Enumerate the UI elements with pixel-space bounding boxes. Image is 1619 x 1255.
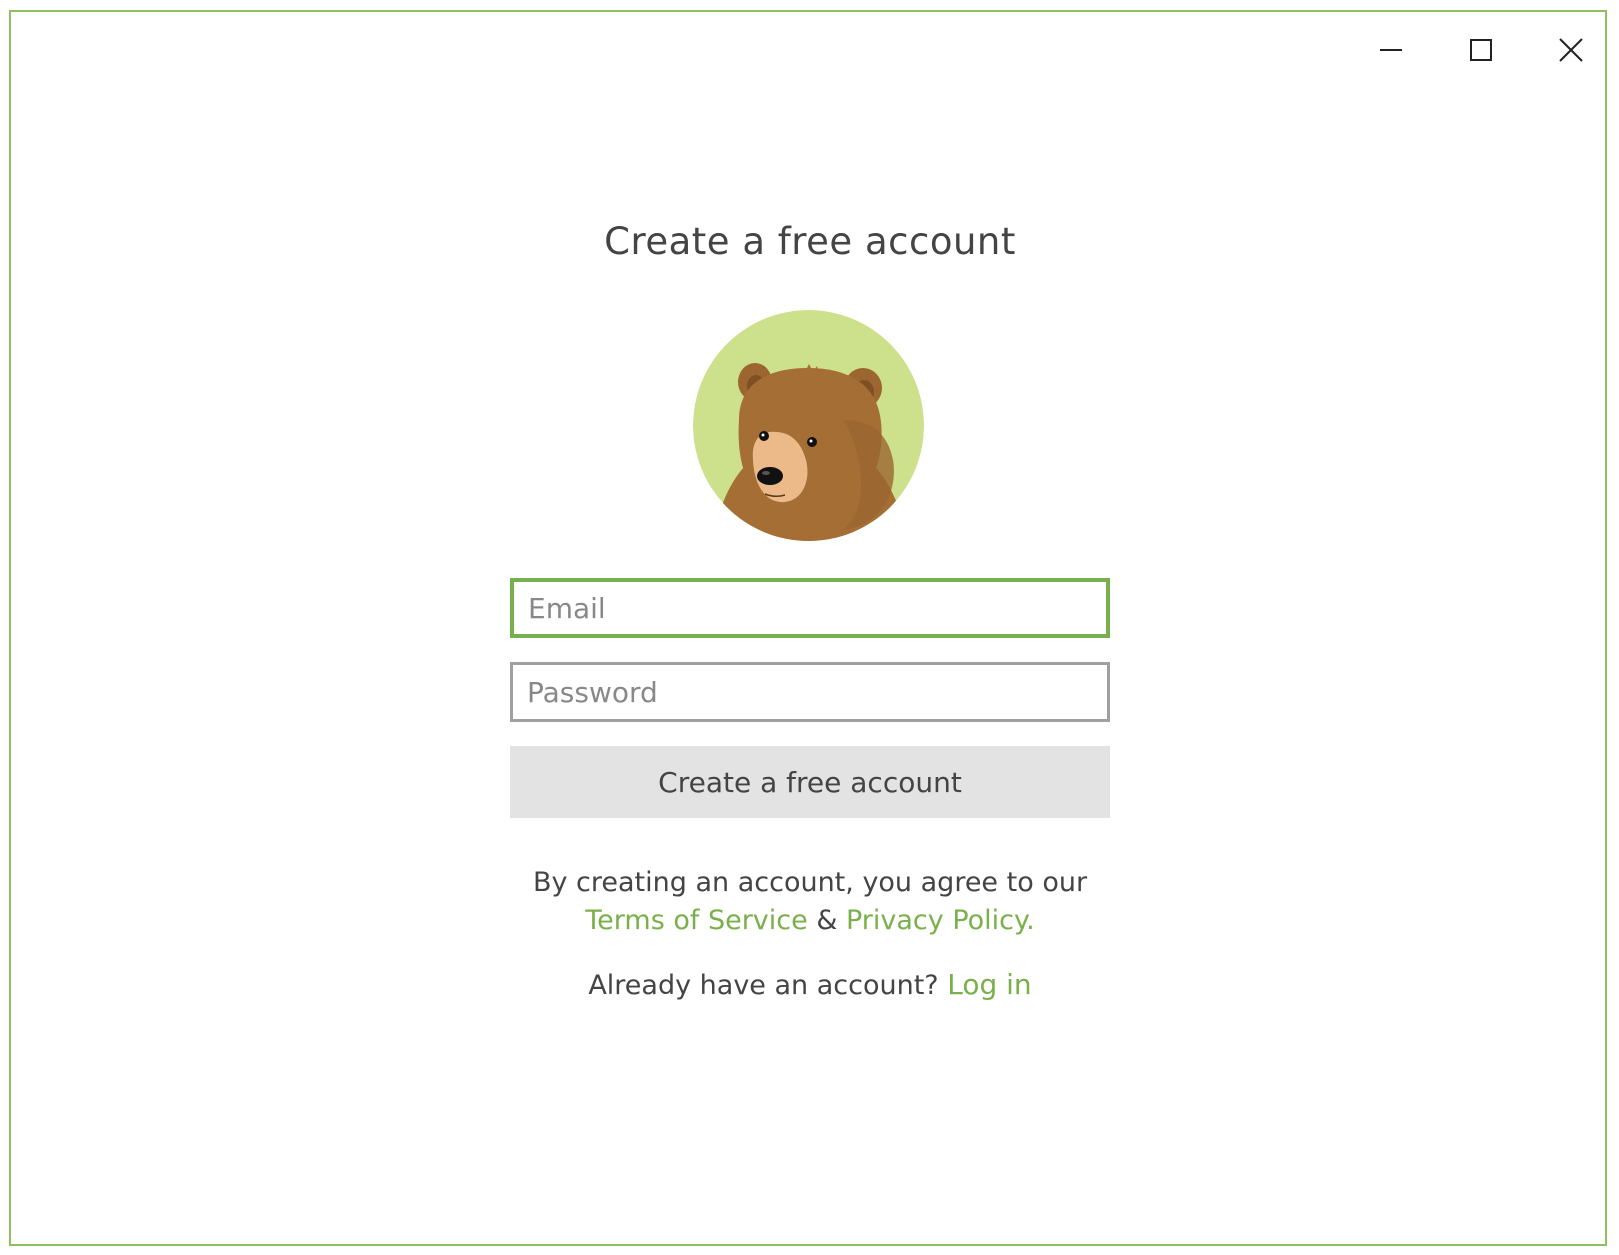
minimize-icon (1380, 49, 1402, 51)
create-account-button[interactable]: Create a free account (510, 746, 1110, 818)
password-field[interactable] (510, 662, 1110, 722)
app-window: Create a free account Email Create a fre… (9, 10, 1607, 1246)
login-prompt: Already have an account? (588, 970, 939, 1001)
legal-notice: By creating an account, you agree to our… (11, 864, 1609, 940)
legal-prefix: By creating an account, you agree to our (532, 867, 1088, 898)
avatar (693, 310, 924, 541)
login-link[interactable]: Log in (947, 968, 1031, 1001)
close-button[interactable] (1531, 20, 1611, 80)
terms-of-service-link[interactable]: Terms of Service (585, 905, 808, 936)
maximize-icon (1470, 39, 1492, 61)
page-title: Create a free account (604, 220, 1016, 263)
login-prompt-line: Already have an account? Log in (11, 968, 1609, 1001)
close-icon (1559, 38, 1583, 62)
privacy-policy-link[interactable]: Privacy Policy. (846, 905, 1035, 936)
bear-icon (693, 310, 924, 541)
legal-and: & (816, 905, 838, 936)
maximize-button[interactable] (1441, 20, 1521, 80)
minimize-button[interactable] (1351, 20, 1431, 80)
email-field[interactable] (510, 578, 1110, 638)
